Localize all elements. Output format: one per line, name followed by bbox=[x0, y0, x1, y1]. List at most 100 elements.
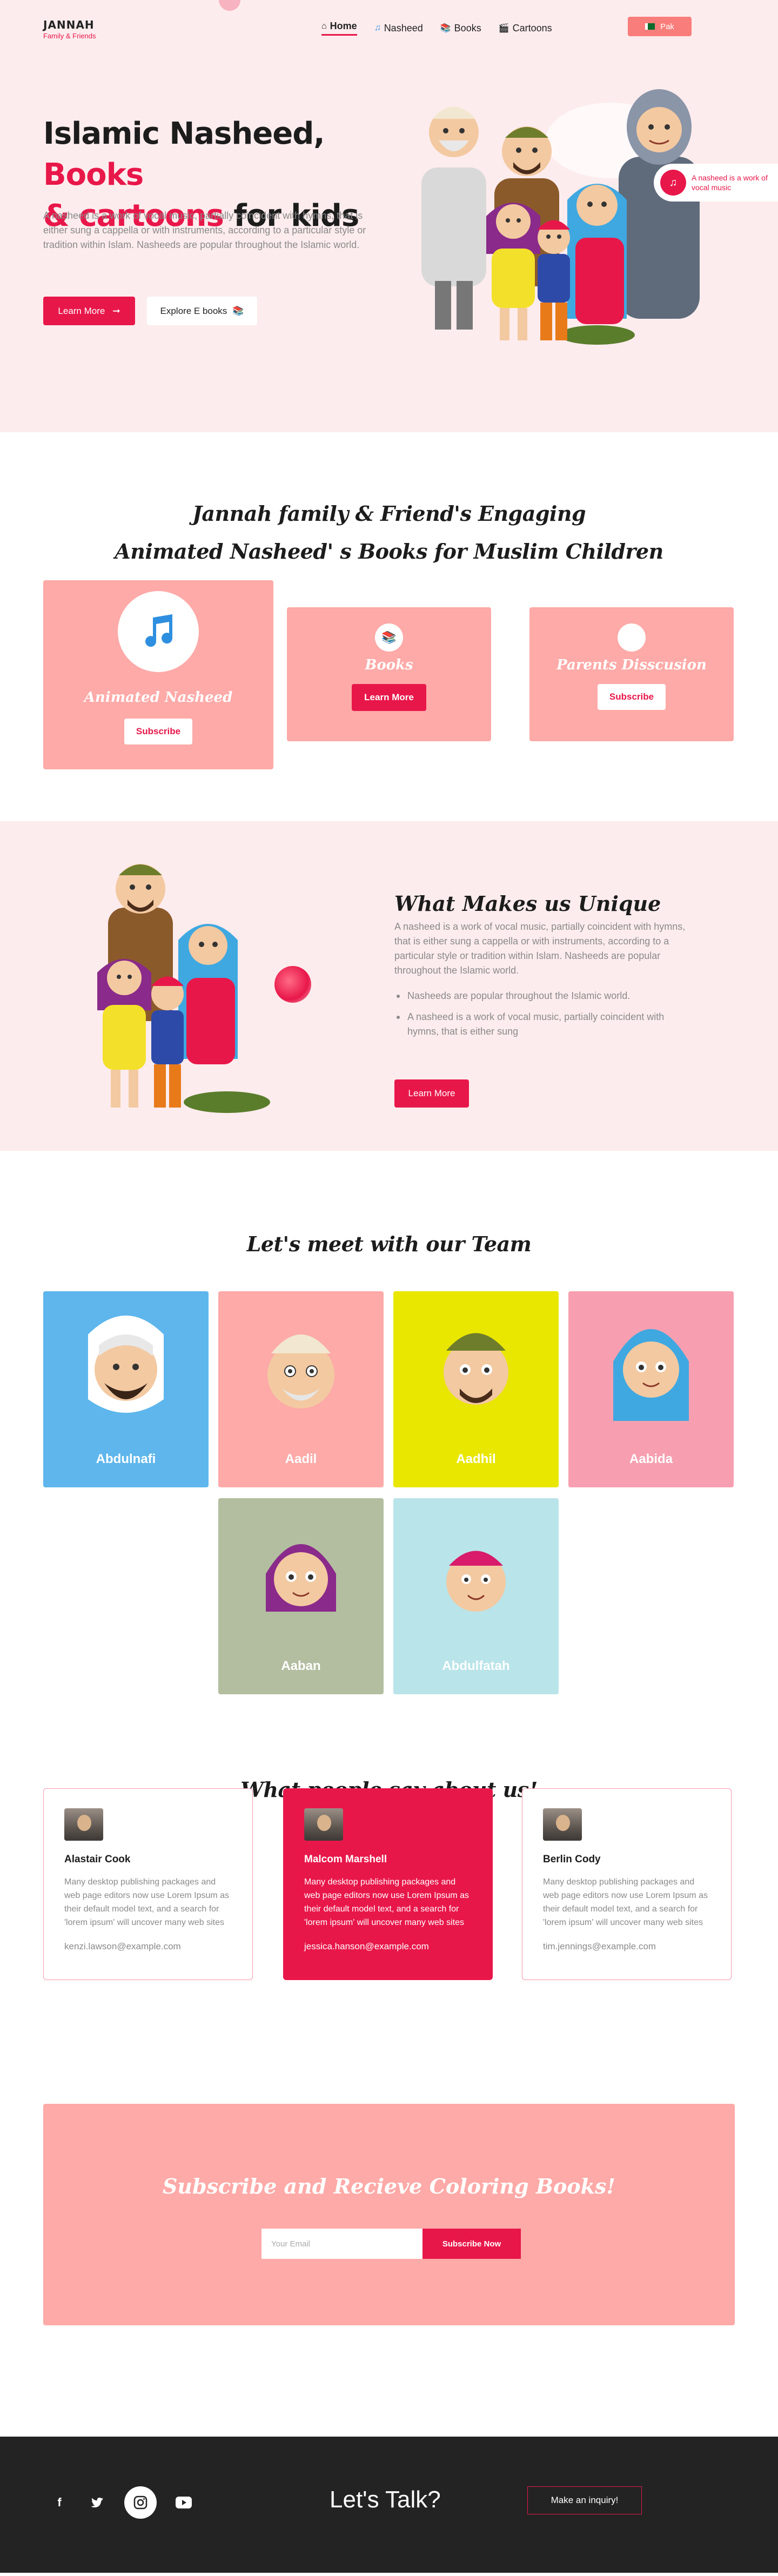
nav-item-books[interactable]: 📚 Books bbox=[440, 21, 481, 36]
facebook-icon[interactable]: f bbox=[49, 2492, 70, 2513]
hero-description: A nasheed is a work of vocal music, part… bbox=[43, 210, 366, 250]
explore-ebooks-button[interactable]: Explore E books 📚 bbox=[147, 297, 257, 325]
subscribe-button[interactable]: Subscribe bbox=[124, 719, 192, 744]
avatar bbox=[444, 1333, 508, 1405]
book-icon: 📚 bbox=[375, 623, 403, 652]
lets-talk-heading: Let's Talk? bbox=[330, 2486, 441, 2513]
hero-title-part1: Islamic Nasheed, bbox=[43, 116, 325, 151]
subscribe-now-button[interactable]: Subscribe Now bbox=[422, 2229, 521, 2259]
decorative-dot bbox=[219, 0, 240, 11]
logo[interactable]: JANNAH Family & Friends bbox=[43, 18, 96, 40]
service-name: Parents Disscusion bbox=[556, 657, 707, 673]
social-links: f bbox=[49, 2486, 194, 2519]
team-member-card[interactable]: Aadhil bbox=[393, 1291, 559, 1487]
testimonial-name: Alastair Cook bbox=[64, 1854, 131, 1865]
team-member-card[interactable]: Abdulfatah bbox=[393, 1498, 559, 1694]
member-name: Abdulnafi bbox=[96, 1452, 156, 1466]
testimonial-email[interactable]: kenzi.lawson@example.com bbox=[64, 1941, 232, 1952]
logo-tagline: Family & Friends bbox=[43, 32, 96, 40]
pakistan-flag-icon bbox=[645, 23, 655, 30]
testimonial-card-featured: Malcom Marshell Many desktop publishing … bbox=[283, 1788, 493, 1980]
service-name: Books bbox=[365, 657, 413, 673]
unique-section: What Makes us Unique A nasheed is a work… bbox=[0, 821, 778, 1151]
learn-more-button[interactable]: Learn More ➞ bbox=[43, 297, 135, 325]
member-name: Abdulfatah bbox=[442, 1659, 510, 1673]
family-illustration bbox=[421, 89, 700, 345]
language-label: Pak bbox=[660, 22, 674, 31]
service-card-nasheed[interactable]: Animated Nasheed Subscribe bbox=[43, 580, 273, 769]
services-title: Jannah family & Friend's Engaging Animat… bbox=[0, 495, 778, 571]
service-card-parents[interactable]: Parents Disscusion Subscribe bbox=[529, 607, 734, 741]
member-name: Aadhil bbox=[456, 1452, 496, 1466]
subscribe-title: Subscribe and Recieve Coloring Books! bbox=[162, 2174, 616, 2198]
testimonial-text: Many desktop publishing packages and web… bbox=[543, 1877, 708, 1927]
testimonials-section: What people say about us! Alastair Cook … bbox=[0, 1734, 778, 2080]
badge-text: A nasheed is a work of vocal music bbox=[692, 173, 768, 192]
nav-label: Nasheed bbox=[384, 22, 423, 33]
learn-more-button[interactable]: Learn More bbox=[394, 1079, 469, 1108]
team-member-card[interactable]: Aaban bbox=[218, 1498, 384, 1694]
nasheed-badge: ♫ A nasheed is a work of vocal music bbox=[654, 164, 778, 202]
subscribe-form: Subscribe Now bbox=[261, 2229, 521, 2259]
testimonial-text: Many desktop publishing packages and web… bbox=[64, 1877, 230, 1927]
testimonial-email[interactable]: jessica.hanson@example.com bbox=[304, 1941, 472, 1952]
team-member-card[interactable]: Aadil bbox=[218, 1291, 384, 1487]
service-card-books[interactable]: 📚 Books Learn More bbox=[287, 607, 491, 741]
team-section: Let's meet with our Team Abdulnafi Aadil bbox=[0, 1151, 778, 1734]
unique-list: Nasheeds are popular throughout the Isla… bbox=[394, 989, 697, 1045]
service-name: Animated Nasheed bbox=[84, 689, 233, 706]
footer: f Let's Talk? Make an inquiry! bbox=[0, 2437, 778, 2573]
nav-item-home[interactable]: ⌂ Home bbox=[321, 21, 357, 36]
nav-label: Home bbox=[330, 21, 357, 31]
subscribe-box: Subscribe and Recieve Coloring Books! Su… bbox=[43, 2104, 735, 2325]
main-nav: ⌂ Home ♫ Nasheed 📚 Books 🎬 Cartoons bbox=[321, 21, 552, 36]
book-icon: 📚 bbox=[440, 24, 451, 33]
email-field[interactable] bbox=[261, 2229, 422, 2259]
discussion-icon bbox=[618, 623, 646, 652]
services-title-line1: Jannah family & Friend's Engaging bbox=[192, 501, 586, 526]
music-icon bbox=[118, 591, 199, 672]
learn-more-button[interactable]: Learn More bbox=[352, 684, 426, 711]
services-section: Jannah family & Friend's Engaging Animat… bbox=[0, 432, 778, 821]
team-member-card[interactable]: Abdulnafi bbox=[43, 1291, 209, 1487]
subscribe-button[interactable]: Subscribe bbox=[598, 684, 666, 710]
list-item: A nasheed is a work of vocal music, part… bbox=[394, 1010, 697, 1039]
make-inquiry-button[interactable]: Make an inquiry! bbox=[527, 2486, 642, 2514]
testimonial-card: Alastair Cook Many desktop publishing pa… bbox=[43, 1788, 253, 1980]
member-name: Aaban bbox=[281, 1659, 321, 1673]
testimonial-name: Malcom Marshell bbox=[304, 1854, 387, 1865]
hero-section: JANNAH Family & Friends ⌂ Home ♫ Nasheed… bbox=[0, 0, 778, 432]
music-icon: ♫ bbox=[374, 23, 381, 32]
explore-ebooks-label: Explore E books bbox=[160, 305, 227, 316]
nav-item-nasheed[interactable]: ♫ Nasheed bbox=[374, 21, 423, 36]
avatar bbox=[267, 1334, 334, 1408]
member-name: Aadil bbox=[285, 1452, 317, 1466]
home-icon: ⌂ bbox=[321, 21, 327, 31]
avatar bbox=[543, 1808, 582, 1841]
decorative-ball bbox=[274, 966, 311, 1003]
instagram-icon[interactable] bbox=[124, 2486, 157, 2519]
testimonial-email[interactable]: tim.jennings@example.com bbox=[543, 1941, 710, 1952]
unique-title: What Makes us Unique bbox=[394, 891, 661, 916]
testimonial-card: Berlin Cody Many desktop publishing pack… bbox=[522, 1788, 732, 1980]
avatar bbox=[64, 1808, 103, 1841]
book-icon: 📚 bbox=[232, 305, 244, 316]
music-note-icon: ♫ bbox=[660, 170, 686, 196]
team-member-card[interactable]: Aabida bbox=[568, 1291, 734, 1487]
subscribe-section: Subscribe and Recieve Coloring Books! Su… bbox=[0, 2080, 778, 2437]
services-title-line2: Animated Nasheed' s Books for Muslim Chi… bbox=[115, 539, 663, 564]
youtube-icon[interactable] bbox=[173, 2492, 194, 2513]
language-selector[interactable]: Pak bbox=[628, 17, 692, 36]
avatar bbox=[304, 1808, 343, 1841]
list-item: Nasheeds are popular throughout the Isla… bbox=[394, 989, 697, 1003]
testimonial-name: Berlin Cody bbox=[543, 1854, 601, 1865]
testimonial-text: Many desktop publishing packages and web… bbox=[304, 1877, 470, 1927]
avatar bbox=[446, 1551, 506, 1612]
nav-item-cartoons[interactable]: 🎬 Cartoons bbox=[499, 21, 552, 36]
top-navbar: JANNAH Family & Friends ⌂ Home ♫ Nasheed… bbox=[43, 14, 692, 41]
twitter-icon[interactable] bbox=[86, 2492, 108, 2513]
nav-label: Cartoons bbox=[512, 22, 552, 33]
unique-description: A nasheed is a work of vocal music, part… bbox=[394, 921, 686, 976]
family-illustration bbox=[97, 864, 270, 1113]
hero-title-part2: Books bbox=[43, 157, 144, 192]
